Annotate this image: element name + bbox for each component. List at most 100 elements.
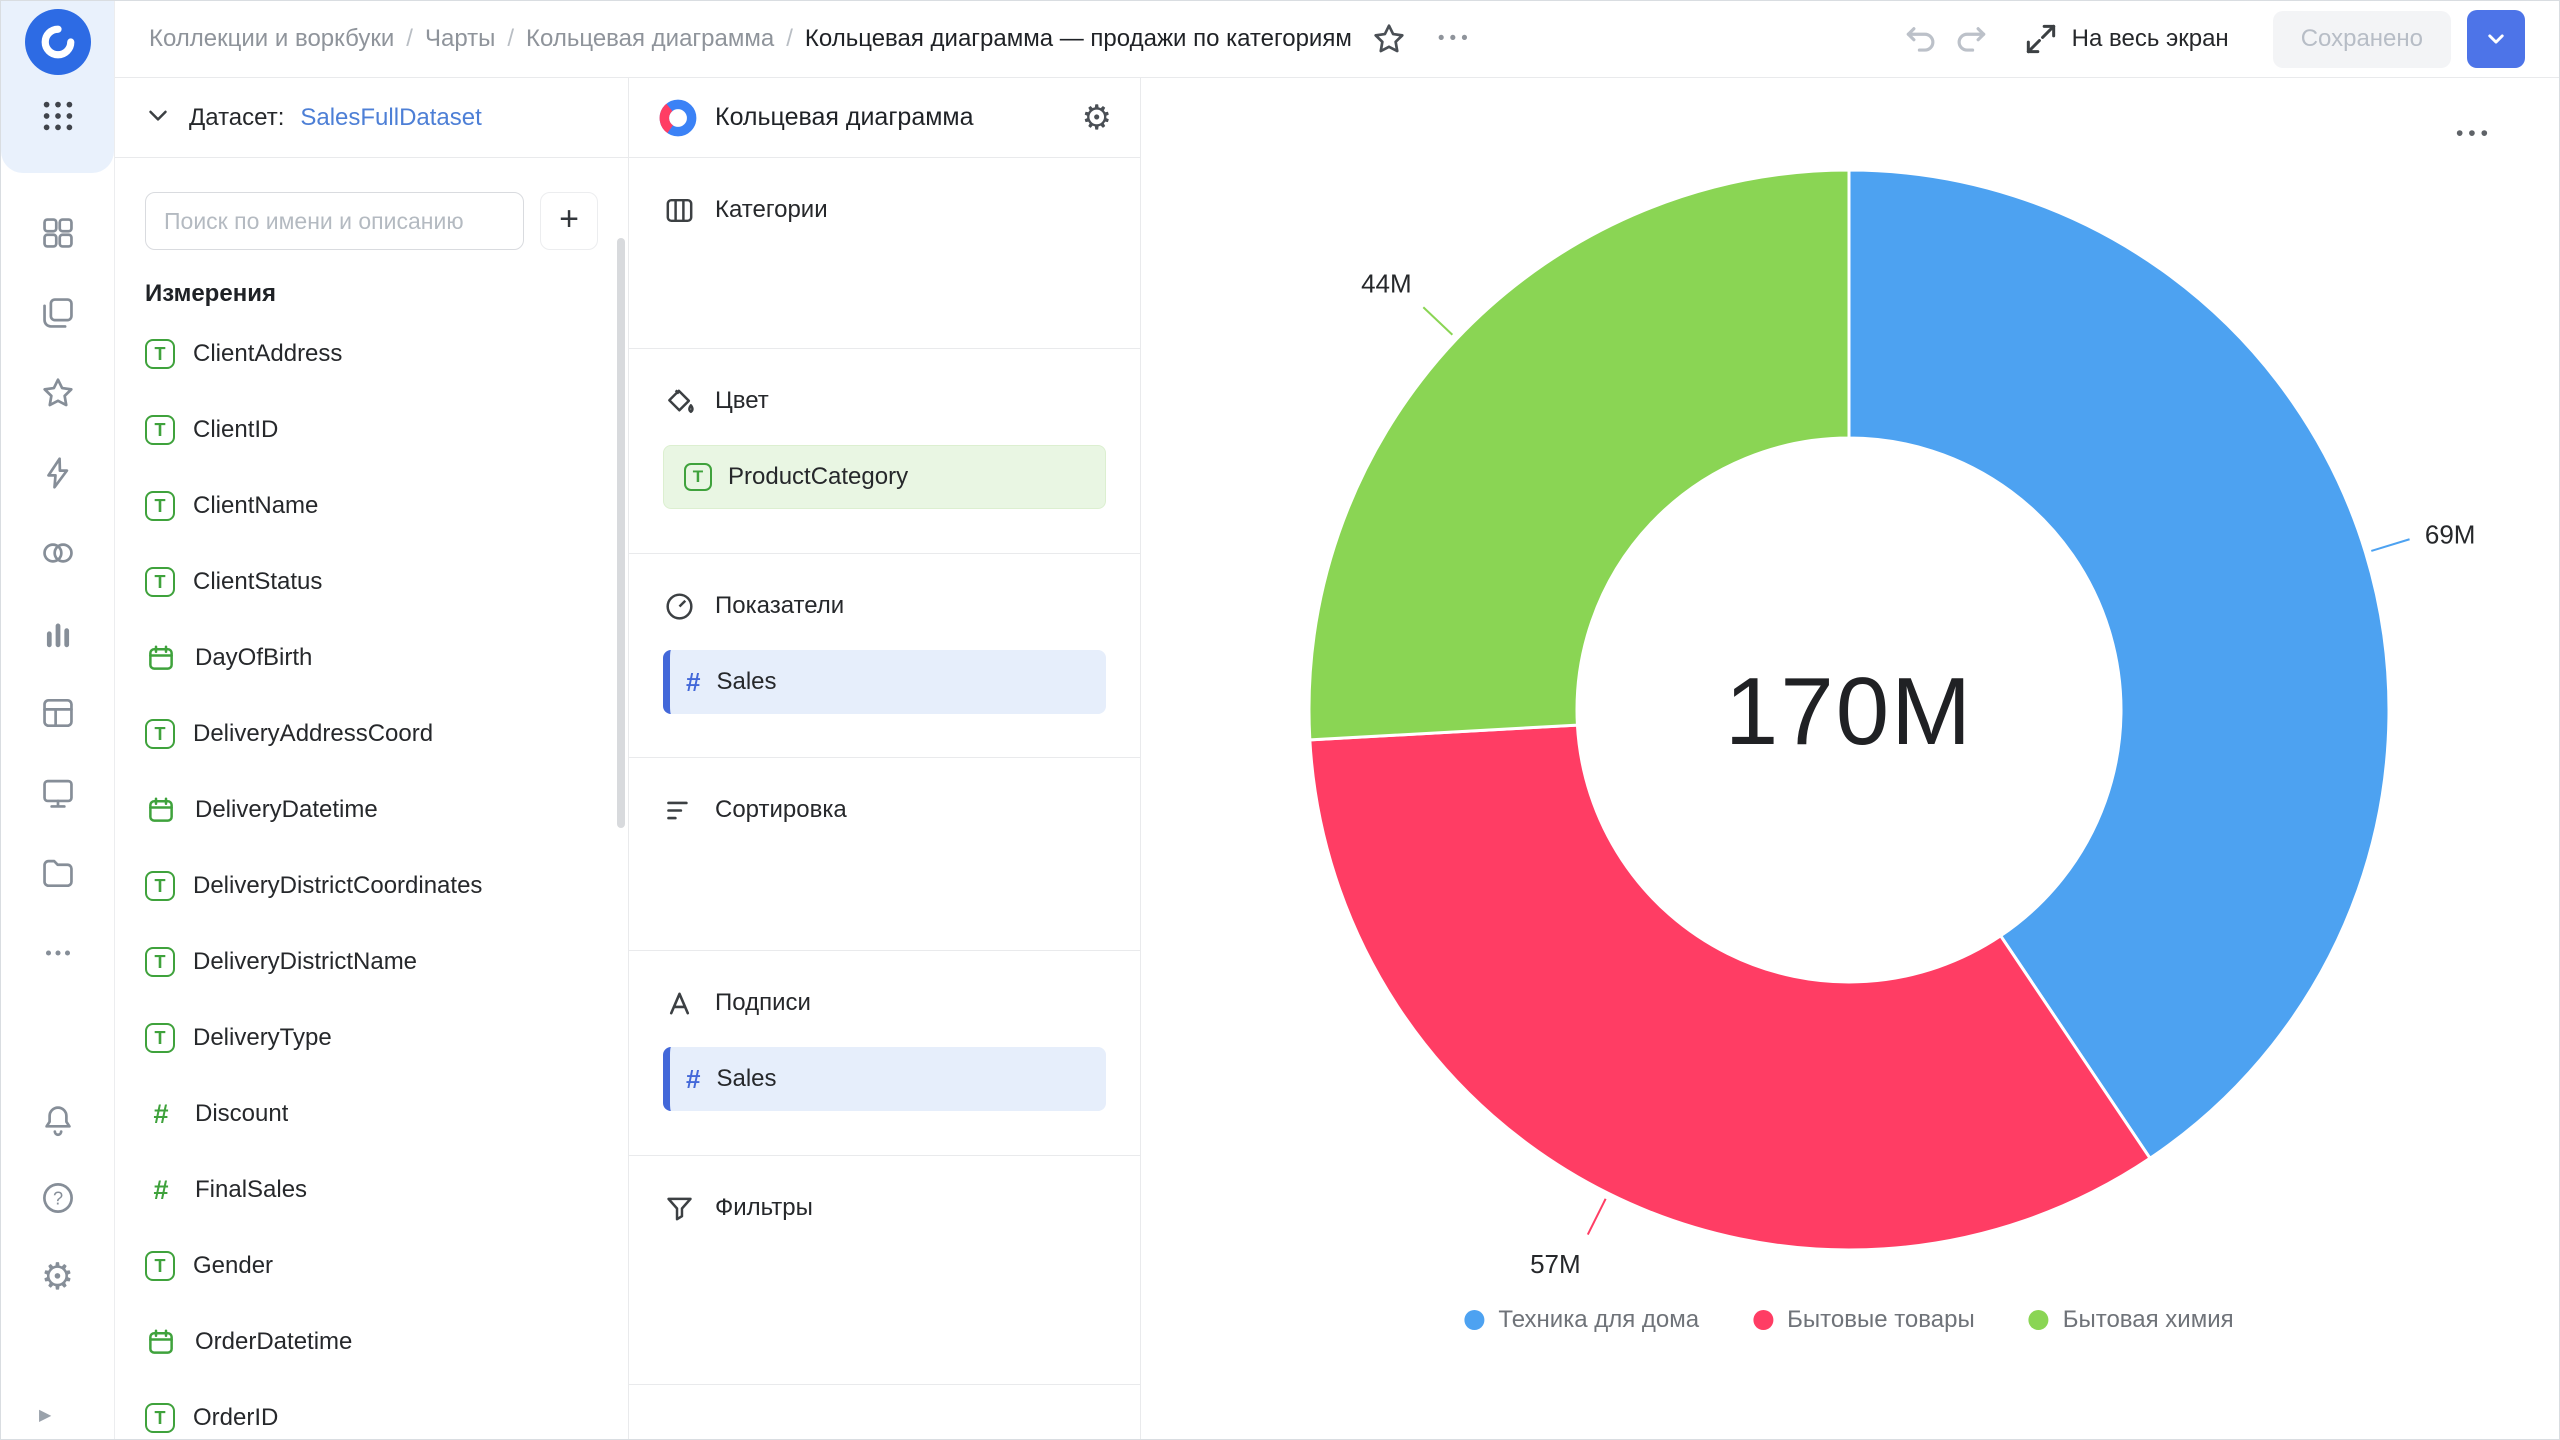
- field-name: DeliveryDistrictCoordinates: [193, 872, 482, 900]
- donut-segment-2[interactable]: [1310, 725, 2150, 1250]
- number-type-icon: #: [145, 1174, 177, 1206]
- section-title: Цвет: [715, 387, 769, 415]
- chart-config-header: Кольцевая диаграмма ⚙: [629, 78, 1140, 158]
- dataset-field-row[interactable]: TOrderID: [115, 1380, 628, 1439]
- field-name: FinalSales: [195, 1176, 307, 1204]
- callout-line: [1588, 1199, 1606, 1235]
- section-title: Показатели: [715, 592, 844, 620]
- dataset-field-row[interactable]: TClientID: [115, 392, 628, 468]
- add-field-button[interactable]: +: [540, 192, 598, 250]
- string-type-icon: T: [145, 567, 175, 597]
- callout-line: [1423, 307, 1452, 334]
- rail-bottom-icons: ? ⚙: [1, 1081, 115, 1315]
- donut-segment-3[interactable]: [1309, 170, 1849, 740]
- chart-type-title: Кольцевая диаграмма: [715, 103, 974, 132]
- date-type-icon: [145, 794, 177, 826]
- help-icon[interactable]: ?: [1, 1159, 115, 1237]
- dataset-field-row[interactable]: TClientName: [115, 468, 628, 544]
- collapse-rail-icon[interactable]: ▶: [39, 1405, 51, 1425]
- field-chip-sales[interactable]: #Sales: [663, 1047, 1106, 1111]
- chip-label: Sales: [716, 668, 776, 696]
- dataset-field-row[interactable]: T ClientStatus: [115, 544, 628, 620]
- breadcrumb-link[interactable]: Кольцевая диаграмма: [526, 25, 774, 53]
- field-chip-productcategory[interactable]: TProductCategory: [663, 445, 1106, 509]
- string-type-icon: T: [145, 871, 175, 901]
- title-more-icon[interactable]: •••: [1438, 28, 1473, 50]
- field-search-input[interactable]: [145, 192, 524, 250]
- rail-more-icon[interactable]: [1, 913, 115, 993]
- field-name: ClientName: [193, 492, 318, 520]
- saved-button[interactable]: Сохранено: [2273, 11, 2451, 68]
- fullscreen-expand-icon[interactable]: [2022, 20, 2060, 58]
- redo-icon[interactable]: [1952, 20, 1990, 58]
- string-type-icon: T: [145, 947, 175, 977]
- settings-gear-icon[interactable]: ⚙: [1, 1237, 115, 1315]
- chevron-down-icon[interactable]: [143, 100, 173, 135]
- gauge-icon: [661, 588, 697, 624]
- breadcrumb-link[interactable]: Коллекции и воркбуки: [149, 25, 394, 53]
- field-name: ClientStatus: [193, 568, 322, 596]
- favorites-star-icon[interactable]: [1, 353, 115, 433]
- string-type-icon: T: [145, 415, 175, 445]
- legend-item[interactable]: Техника для дома: [1464, 1306, 1699, 1334]
- dataset-name-link[interactable]: SalesFullDataset: [300, 104, 481, 132]
- dataset-field-row[interactable]: TDeliveryType: [115, 1000, 628, 1076]
- paint-icon: [661, 383, 697, 419]
- date-type-icon: [145, 1326, 177, 1358]
- dataset-field-row[interactable]: T DeliveryDistrictCoordinates: [115, 848, 628, 924]
- legend-item[interactable]: Бытовые товары: [1753, 1306, 1975, 1334]
- fullscreen-label[interactable]: На весь экран: [2072, 25, 2229, 53]
- section-title: Фильтры: [715, 1194, 813, 1222]
- rail-nav-icons: [1, 193, 115, 993]
- page-title: Кольцевая диаграмма — продажи по категор…: [805, 25, 1352, 53]
- dataset-field-row[interactable]: DayOfBirth: [115, 620, 628, 696]
- section-label: Подписи: [629, 985, 1140, 1021]
- monitoring-monitor-icon[interactable]: [1, 753, 115, 833]
- dataset-field-row[interactable]: TGender: [115, 1228, 628, 1304]
- dataset-field-row[interactable]: TClientAddress: [115, 316, 628, 392]
- field-name: DayOfBirth: [195, 644, 312, 672]
- dataset-scrollbar-thumb[interactable]: [617, 238, 625, 828]
- left-nav-rail: ? ⚙ ▶: [1, 1, 115, 1439]
- charts-icon[interactable]: [1, 593, 115, 673]
- apps-grid-icon[interactable]: [1, 85, 115, 147]
- connections-rings-icon[interactable]: [1, 513, 115, 593]
- breadcrumb: Коллекции и воркбуки / Чарты / Кольцевая диа…: [149, 25, 805, 53]
- string-type-icon: T: [145, 339, 175, 369]
- dataset-field-row[interactable]: # FinalSales: [115, 1152, 628, 1228]
- workbooks-icon[interactable]: [1, 273, 115, 353]
- datalens-logo[interactable]: [25, 9, 91, 75]
- field-name: DeliveryDistrictName: [193, 948, 417, 976]
- dataset-field-row[interactable]: DeliveryDatetime: [115, 772, 628, 848]
- datasets-table-icon[interactable]: [1, 673, 115, 753]
- undo-icon[interactable]: [1902, 20, 1940, 58]
- legend-item[interactable]: Бытовая химия: [2029, 1306, 2234, 1334]
- dataset-field-row[interactable]: T DeliveryDistrictName: [115, 924, 628, 1000]
- dataset-panel-header: Датасет: SalesFullDataset: [115, 78, 628, 158]
- dataset-field-row[interactable]: #Discount: [115, 1076, 628, 1152]
- breadcrumb-separator: /: [406, 25, 413, 53]
- dataset-field-row[interactable]: TDeliveryAddressCoord: [115, 696, 628, 772]
- number-type-icon: #: [686, 667, 700, 698]
- section-label: Сортировка: [629, 792, 1140, 828]
- dashboards-icon[interactable]: [1, 193, 115, 273]
- config-section-categories: Категории: [629, 158, 1140, 349]
- datalens-app: ? ⚙ ▶ Коллекции и воркбуки / Чарты / Кольцев…: [0, 0, 2560, 1440]
- legend-label: Бытовые товары: [1787, 1306, 1975, 1334]
- quick-actions-lightning-icon[interactable]: [1, 433, 115, 513]
- notifications-bell-icon[interactable]: [1, 1081, 115, 1159]
- donut-chart-type-icon[interactable]: [657, 97, 699, 139]
- save-menu-button[interactable]: [2467, 10, 2525, 68]
- breadcrumb-separator: /: [507, 25, 514, 53]
- storage-folder-icon[interactable]: [1, 833, 115, 913]
- section-title: Подписи: [715, 989, 811, 1017]
- segment-value-label: 57M: [1530, 1249, 1581, 1279]
- field-chip-sales[interactable]: # Sales: [663, 650, 1106, 714]
- chart-area: ••• 69M57M44M170M Техника для домаБытовы…: [1141, 78, 2559, 1439]
- dataset-field-row[interactable]: OrderDatetime: [115, 1304, 628, 1380]
- chart-settings-gear-icon[interactable]: ⚙: [1082, 101, 1112, 135]
- topbar-actions: На весь экран Сохранено: [1902, 10, 2525, 68]
- favorite-star-icon[interactable]: [1370, 20, 1408, 58]
- breadcrumb-link[interactable]: Чарты: [425, 25, 495, 53]
- string-type-icon: T: [145, 1251, 175, 1281]
